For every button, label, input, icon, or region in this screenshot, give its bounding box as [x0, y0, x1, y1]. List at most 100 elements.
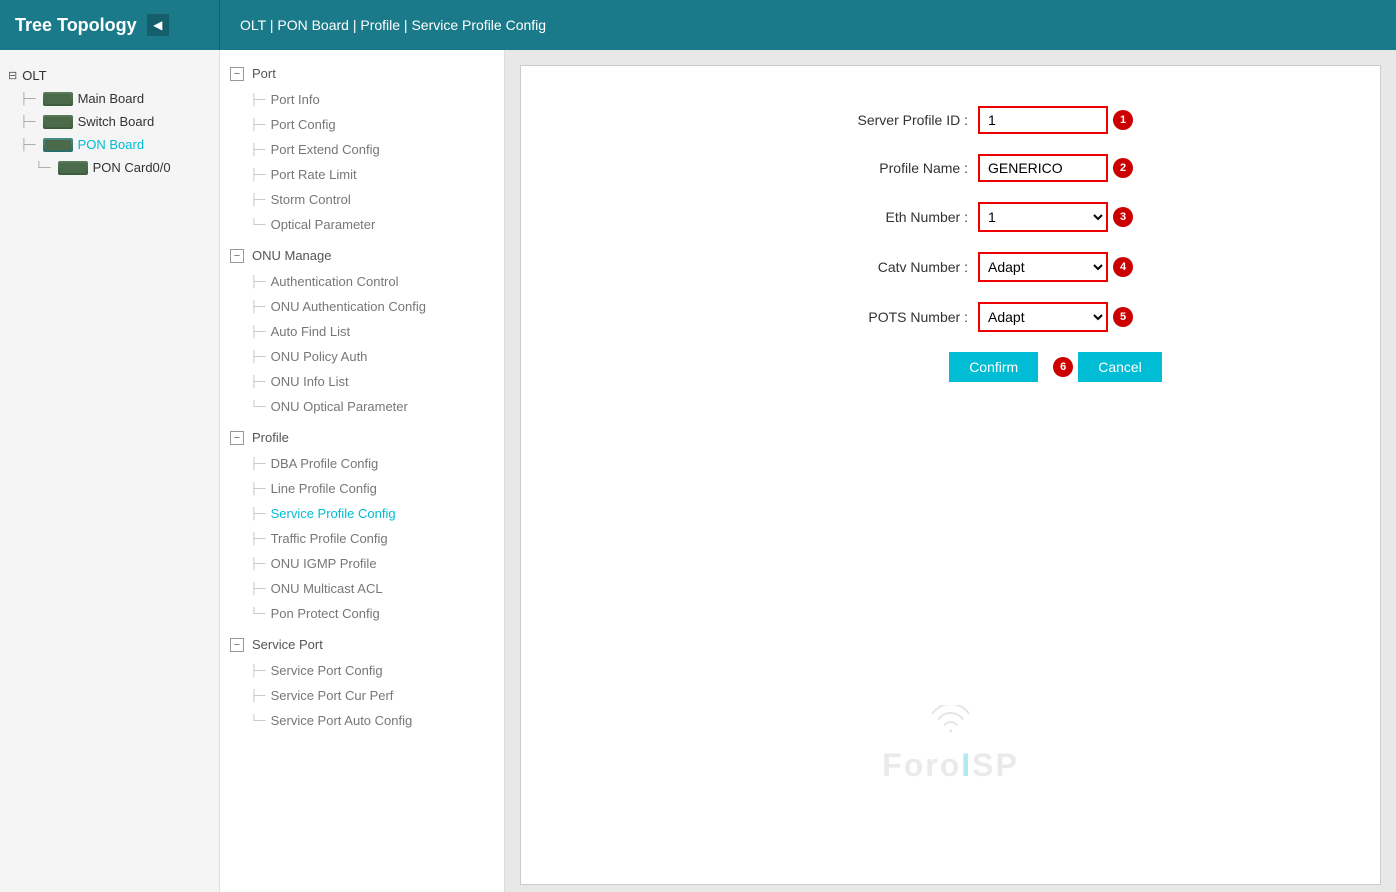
- nav-item-label: ONU Info List: [271, 374, 349, 389]
- catv-number-select[interactable]: Adapt 0 1: [978, 252, 1108, 282]
- device-icon: [43, 92, 73, 106]
- confirm-button[interactable]: Confirm: [949, 352, 1038, 382]
- nav-connector: ├─: [250, 483, 266, 495]
- sidebar-item-switch-board[interactable]: ├─ Switch Board: [0, 110, 219, 133]
- nav-item-pon-protect-config[interactable]: └─ Pon Protect Config: [220, 601, 504, 626]
- nav-item-line-profile-config[interactable]: ├─ Line Profile Config: [220, 476, 504, 501]
- nav-item-optical-parameter[interactable]: └─ Optical Parameter: [220, 212, 504, 237]
- sidebar: ⊟ OLT ├─ Main Board ├─ Switch Board ├─ P…: [0, 50, 220, 892]
- nav-item-onu-igmp-profile[interactable]: ├─ ONU IGMP Profile: [220, 551, 504, 576]
- nav-section-label: ONU Manage: [252, 248, 331, 263]
- nav-item-port-config[interactable]: ├─ Port Config: [220, 112, 504, 137]
- sidebar-item-label: Main Board: [78, 91, 144, 106]
- profile-name-input[interactable]: [978, 154, 1108, 182]
- form-row-catv-number: Catv Number : Adapt 0 1 4: [551, 252, 1350, 282]
- minus-icon[interactable]: −: [230, 249, 244, 263]
- nav-connector: ├─: [250, 94, 266, 106]
- nav-connector: └─: [250, 219, 266, 231]
- nav-item-onu-optical-parameter[interactable]: └─ ONU Optical Parameter: [220, 394, 504, 419]
- label-server-profile-id: Server Profile ID :: [768, 112, 968, 128]
- nav-section-label: Service Port: [252, 637, 323, 652]
- device-icon: [58, 161, 88, 175]
- minus-icon[interactable]: −: [230, 638, 244, 652]
- nav-item-onu-authentication-config[interactable]: ├─ ONU Authentication Config: [220, 294, 504, 319]
- nav-section-profile: − Profile ├─ DBA Profile Config ├─ Line …: [220, 424, 504, 626]
- nav-connector: ├─: [250, 665, 266, 677]
- sidebar-item-label: Switch Board: [78, 114, 155, 129]
- nav-section-profile-header[interactable]: − Profile: [220, 424, 504, 451]
- nav-item-label: ONU Policy Auth: [271, 349, 368, 364]
- nav-item-label: Auto Find List: [271, 324, 351, 339]
- nav-item-traffic-profile-config[interactable]: ├─ Traffic Profile Config: [220, 526, 504, 551]
- nav-section-port: − Port ├─ Port Info ├─ Port Config ├─ Po…: [220, 60, 504, 237]
- nav-item-label: Line Profile Config: [271, 481, 377, 496]
- nav-connector: ├─: [250, 558, 266, 570]
- nav-item-onu-info-list[interactable]: ├─ ONU Info List: [220, 369, 504, 394]
- label-pots-number: POTS Number :: [768, 309, 968, 325]
- nav-item-label: Service Port Auto Config: [271, 713, 413, 728]
- nav-connector: ├─: [250, 458, 266, 470]
- nav-connector: ├─: [250, 144, 266, 156]
- badge-4: 4: [1113, 257, 1133, 277]
- label-eth-number: Eth Number :: [768, 209, 968, 225]
- form-row-profile-name: Profile Name : 2: [551, 154, 1350, 182]
- nav-item-service-port-auto-config[interactable]: └─ Service Port Auto Config: [220, 708, 504, 733]
- sidebar-item-pon-board[interactable]: ├─ PON Board: [0, 133, 219, 156]
- nav-section-onu-manage-header[interactable]: − ONU Manage: [220, 242, 504, 269]
- pots-number-select[interactable]: Adapt 0 1 2: [978, 302, 1108, 332]
- nav-connector: ├─: [250, 690, 266, 702]
- nav-connector: ├─: [250, 326, 266, 338]
- nav-item-label: Storm Control: [271, 192, 351, 207]
- nav-item-label: Pon Protect Config: [271, 606, 380, 621]
- badge-5: 5: [1113, 307, 1133, 327]
- nav-item-label: Service Port Cur Perf: [271, 688, 394, 703]
- eth-number-select[interactable]: 1 2 4: [978, 202, 1108, 232]
- nav-item-authentication-control[interactable]: ├─ Authentication Control: [220, 269, 504, 294]
- nav-item-port-info[interactable]: ├─ Port Info: [220, 87, 504, 112]
- watermark-text: ForoISP: [882, 747, 1019, 784]
- nav-section-port-header[interactable]: − Port: [220, 60, 504, 87]
- form-row-pots-number: POTS Number : Adapt 0 1 2 5: [551, 302, 1350, 332]
- nav-section-label: Profile: [252, 430, 289, 445]
- sidebar-item-pon-card[interactable]: └─ PON Card0/0: [0, 156, 219, 179]
- nav-item-onu-policy-auth[interactable]: ├─ ONU Policy Auth: [220, 344, 504, 369]
- app-header: Tree Topology ◀ OLT | PON Board | Profil…: [0, 0, 1396, 50]
- nav-connector: ├─: [250, 301, 266, 313]
- nav-item-service-port-cur-perf[interactable]: ├─ Service Port Cur Perf: [220, 683, 504, 708]
- nav-connector: ├─: [250, 194, 266, 206]
- nav-item-label: Authentication Control: [271, 274, 399, 289]
- badge-3: 3: [1113, 207, 1133, 227]
- main-panel: Server Profile ID : 1 Profile Name : 2 E…: [505, 50, 1396, 892]
- left-nav: − Port ├─ Port Info ├─ Port Config ├─ Po…: [220, 50, 505, 892]
- sidebar-item-label: PON Board: [78, 137, 144, 152]
- collapse-button[interactable]: ◀: [147, 14, 169, 36]
- nav-section-label: Port: [252, 66, 276, 81]
- minus-icon[interactable]: −: [230, 67, 244, 81]
- nav-item-port-extend-config[interactable]: ├─ Port Extend Config: [220, 137, 504, 162]
- nav-item-port-rate-limit[interactable]: ├─ Port Rate Limit: [220, 162, 504, 187]
- tree-connector: ├─: [20, 116, 36, 128]
- nav-connector: ├─: [250, 583, 266, 595]
- nav-item-label: Port Config: [271, 117, 336, 132]
- nav-item-label: ONU Authentication Config: [271, 299, 426, 314]
- nav-section-service-port-header[interactable]: − Service Port: [220, 631, 504, 658]
- nav-connector: ├─: [250, 169, 266, 181]
- nav-section-service-port: − Service Port ├─ Service Port Config ├─…: [220, 631, 504, 733]
- nav-item-onu-multicast-acl[interactable]: ├─ ONU Multicast ACL: [220, 576, 504, 601]
- server-profile-id-input[interactable]: [978, 106, 1108, 134]
- nav-item-auto-find-list[interactable]: ├─ Auto Find List: [220, 319, 504, 344]
- nav-item-service-port-config[interactable]: ├─ Service Port Config: [220, 658, 504, 683]
- nav-item-service-profile-config[interactable]: ├─ Service Profile Config: [220, 501, 504, 526]
- nav-item-label: Optical Parameter: [271, 217, 376, 232]
- nav-item-storm-control[interactable]: ├─ Storm Control: [220, 187, 504, 212]
- minus-icon[interactable]: −: [230, 431, 244, 445]
- sidebar-item-olt[interactable]: ⊟ OLT: [0, 60, 219, 87]
- label-profile-name: Profile Name :: [768, 160, 968, 176]
- nav-item-label: Service Profile Config: [271, 506, 396, 521]
- nav-item-dba-profile-config[interactable]: ├─ DBA Profile Config: [220, 451, 504, 476]
- cancel-button[interactable]: Cancel: [1078, 352, 1162, 382]
- nav-item-label: Port Extend Config: [271, 142, 380, 157]
- sidebar-header: Tree Topology ◀: [0, 0, 220, 50]
- device-icon: [43, 115, 73, 129]
- sidebar-item-main-board[interactable]: ├─ Main Board: [0, 87, 219, 110]
